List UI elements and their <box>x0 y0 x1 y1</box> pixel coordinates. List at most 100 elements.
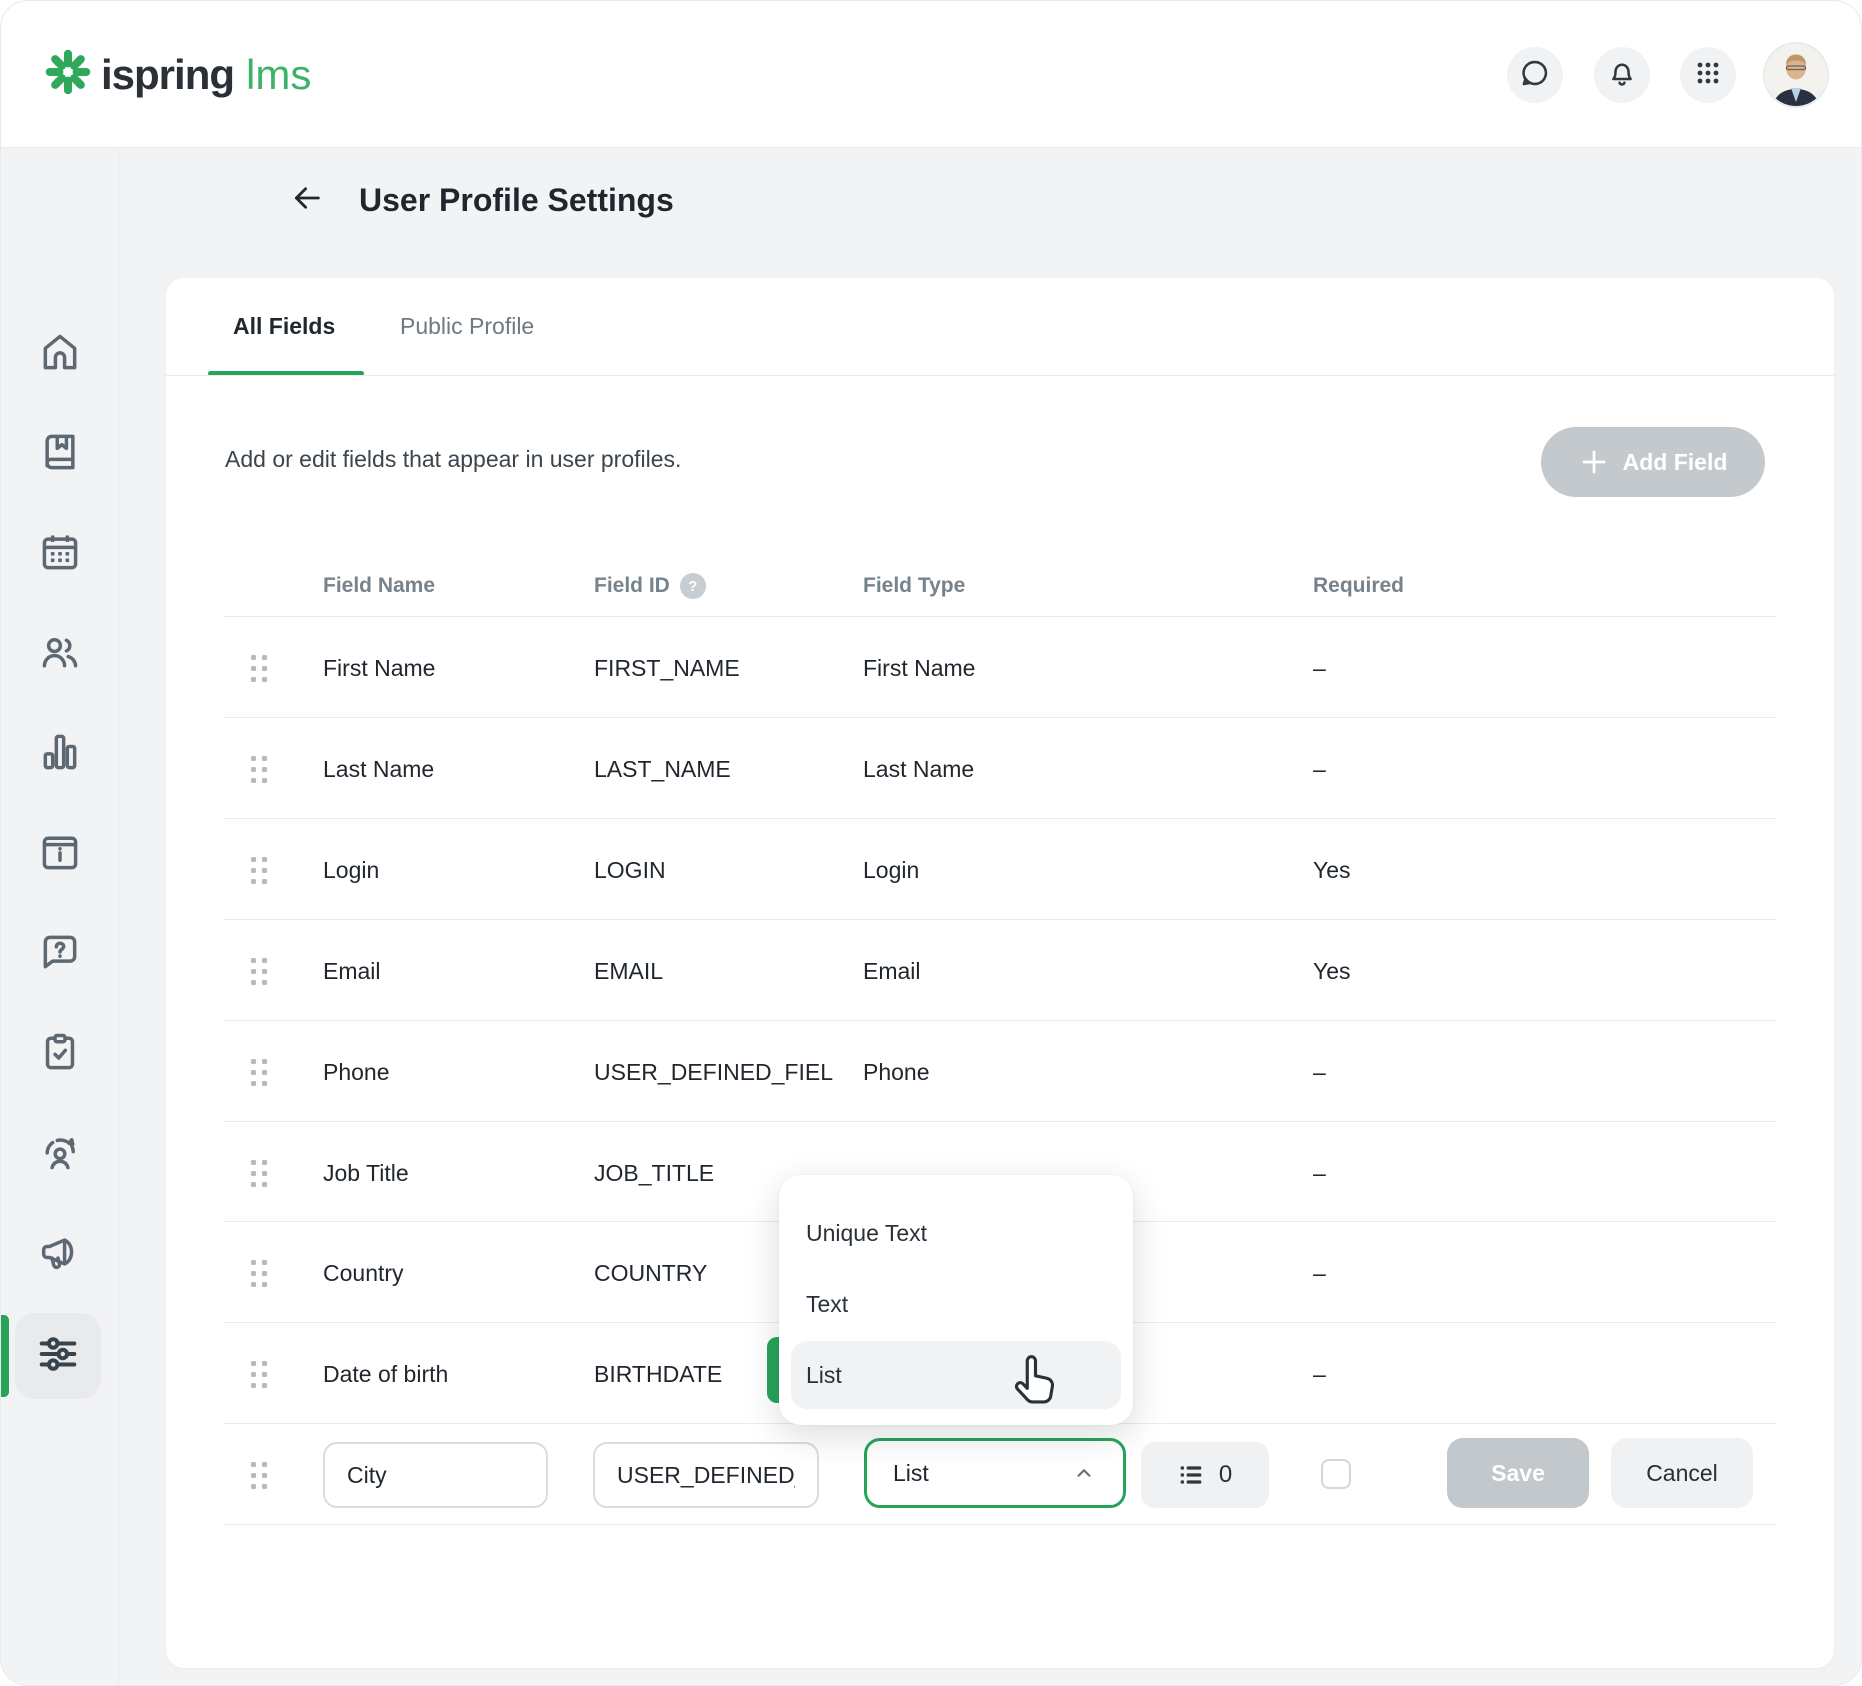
settings-sliders-icon <box>35 1331 81 1382</box>
bar-chart-icon <box>38 730 82 779</box>
arrow-left-icon <box>290 181 324 220</box>
dropdown-item-list[interactable]: List <box>791 1341 1121 1409</box>
required-cell: Yes <box>1313 921 1351 1021</box>
user-avatar[interactable] <box>1763 42 1829 108</box>
field-name-cell: Login <box>323 820 573 920</box>
sidebar-item-catalog[interactable] <box>1 811 119 897</box>
add-field-label: Add Field <box>1623 449 1728 476</box>
field-name-input[interactable] <box>323 1442 548 1508</box>
table-row: Login LOGIN Login Yes <box>223 820 1777 920</box>
drag-handle[interactable] <box>251 1324 267 1424</box>
dropdown-item-text[interactable]: Text <box>791 1270 1121 1338</box>
required-checkbox[interactable] <box>1321 1459 1351 1489</box>
tab-label: All Fields <box>233 313 335 340</box>
active-item-indicator <box>1 1315 9 1397</box>
field-id-cell: FIRST_NAME <box>594 618 844 718</box>
clipboard-check-icon <box>38 1030 82 1079</box>
field-type-cell: Email <box>863 921 1283 1021</box>
list-count: 0 <box>1219 1461 1232 1489</box>
sidebar-item-performance[interactable] <box>1 1111 119 1197</box>
required-cell: – <box>1313 1324 1326 1424</box>
tab-all-fields[interactable]: All Fields <box>233 278 335 375</box>
sidebar-item-calendar[interactable] <box>1 511 119 597</box>
field-type-cell: Login <box>863 820 1283 920</box>
sidebar-item-assignments[interactable] <box>1 1011 119 1097</box>
add-field-button[interactable]: Add Field <box>1541 427 1765 497</box>
cancel-label: Cancel <box>1646 1460 1718 1487</box>
sidebar-item-courses[interactable] <box>1 411 119 497</box>
sidebar-item-users[interactable] <box>1 611 119 697</box>
users-icon <box>38 630 82 679</box>
page-header: User Profile Settings <box>119 148 1861 278</box>
field-name-cell: Phone <box>323 1022 573 1122</box>
settings-card: All Fields Public Profile Add or edit fi… <box>166 278 1834 1668</box>
back-button[interactable] <box>287 180 327 220</box>
save-button[interactable]: Save <box>1447 1438 1589 1508</box>
chat-button[interactable] <box>1507 47 1563 103</box>
notifications-button[interactable] <box>1594 47 1650 103</box>
column-header-field-name: Field Name <box>323 561 435 611</box>
table-row: Phone USER_DEFINED_FIEL Phone – <box>223 1022 1777 1122</box>
field-id-cell: LOGIN <box>594 820 844 920</box>
drag-handle[interactable] <box>251 820 267 920</box>
question-badge-icon[interactable]: ? <box>680 573 706 599</box>
row-divider <box>223 717 1777 718</box>
drag-handle[interactable] <box>251 1223 267 1323</box>
row-divider <box>223 919 1777 920</box>
question-bubble-icon <box>38 930 82 979</box>
drag-handle[interactable] <box>251 1425 267 1525</box>
field-id-cell: USER_DEFINED_FIEL <box>594 1022 844 1122</box>
list-bullets-icon <box>1178 1462 1204 1488</box>
table-header: Field Name Field ID ? Field Type Require… <box>166 561 1834 611</box>
apps-button[interactable] <box>1680 47 1736 103</box>
row-divider <box>223 818 1777 819</box>
megaphone-icon <box>38 1230 82 1279</box>
field-type-select[interactable]: List <box>864 1438 1126 1508</box>
field-type-cell: Phone <box>863 1022 1283 1122</box>
field-id-cell: EMAIL <box>594 921 844 1021</box>
tab-public-profile[interactable]: Public Profile <box>400 278 534 375</box>
card-description: Add or edit fields that appear in user p… <box>225 446 681 473</box>
apps-grid-icon <box>1692 57 1724 94</box>
required-cell: – <box>1313 719 1326 819</box>
dropdown-item-unique-text[interactable]: Unique Text <box>791 1199 1121 1267</box>
sidebar-item-help[interactable] <box>1 911 119 997</box>
save-label: Save <box>1491 1460 1545 1487</box>
drag-handle[interactable] <box>251 1123 267 1223</box>
sidebar-item-settings[interactable] <box>15 1313 101 1399</box>
field-type-cell: First Name <box>863 618 1283 718</box>
field-type-select-value: List <box>893 1460 929 1487</box>
drag-handle[interactable] <box>251 618 267 718</box>
brand-logo[interactable]: ispringlms <box>45 1 311 148</box>
dropdown-item-label: Text <box>806 1291 848 1318</box>
table-row: Last Name LAST_NAME Last Name – <box>223 719 1777 819</box>
info-catalog-icon <box>38 830 82 879</box>
calendar-icon <box>38 530 82 579</box>
home-icon <box>38 330 82 379</box>
sidebar-item-home[interactable] <box>1 311 119 397</box>
drag-handle[interactable] <box>251 1022 267 1122</box>
cancel-button[interactable]: Cancel <box>1611 1438 1753 1508</box>
brand-name: ispring <box>101 51 234 99</box>
sidebar-item-reports[interactable] <box>1 711 119 797</box>
bell-icon <box>1606 57 1638 94</box>
dropdown-item-label: Unique Text <box>806 1220 927 1247</box>
drag-handle[interactable] <box>251 719 267 819</box>
field-type-dropdown: Unique Text Text List <box>779 1175 1133 1425</box>
required-cell: – <box>1313 618 1326 718</box>
page-title: User Profile Settings <box>359 182 674 219</box>
required-cell: – <box>1313 1223 1326 1323</box>
table-row: Email EMAIL Email Yes <box>223 921 1777 1021</box>
field-name-cell: Job Title <box>323 1123 573 1223</box>
field-name-cell: Country <box>323 1223 573 1323</box>
field-id-input[interactable] <box>593 1442 819 1508</box>
drag-handle[interactable] <box>251 921 267 1021</box>
list-options-button[interactable]: 0 <box>1141 1442 1269 1508</box>
field-id-cell: LAST_NAME <box>594 719 844 819</box>
sidebar <box>1 149 119 1685</box>
row-divider <box>223 1121 1777 1122</box>
asterisk-flower-icon <box>45 49 91 100</box>
sidebar-item-announcements[interactable] <box>1 1211 119 1297</box>
top-bar: ispringlms <box>1 1 1861 148</box>
chat-bubble-icon <box>1519 57 1551 94</box>
